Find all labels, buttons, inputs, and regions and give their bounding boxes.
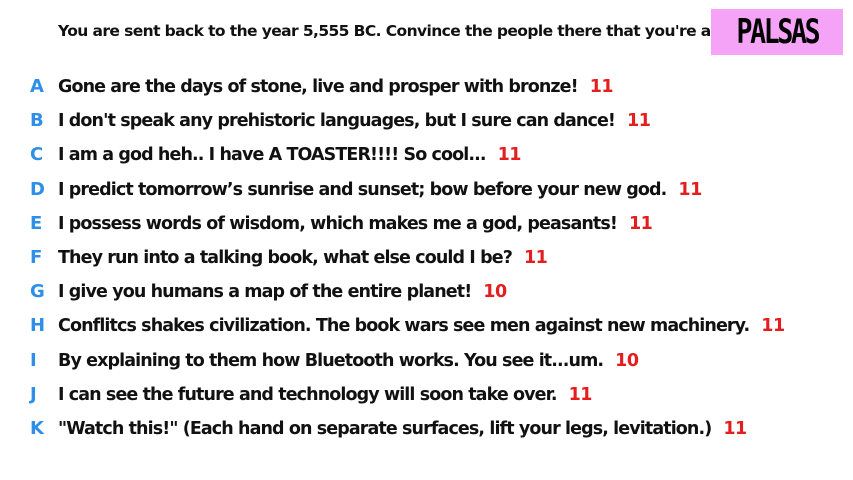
answer-text-row: "Watch this!" (Each hand on separate sur… [58,412,747,446]
answer-text: I give you humans a map of the entire pl… [58,282,472,303]
answer-text: Conflitcs shakes civilization. The book … [58,316,750,337]
answer-score: 11 [723,418,747,439]
answer-letter: C [30,144,44,166]
answer-score: 11 [589,77,614,97]
answer-letter: F [30,246,43,268]
answer-text-row: I don't speak any prehistoric languages,… [58,104,651,138]
answer-text: I predict tomorrow’s sunrise and sunset;… [58,179,667,200]
answer-letter: K [30,417,44,439]
answer-text: By explaining to them how Bluetooth work… [58,350,604,371]
answer-letter: A [30,76,44,97]
answer-text-row: Gone are the days of stone, live and pro… [58,70,614,104]
answer-text: They run into a talking book, what else … [58,247,513,268]
answer-text: "Watch this!" (Each hand on separate sur… [58,418,712,439]
answer-text-row: I give you humans a map of the entire pl… [58,275,507,309]
answer-text: I am a god heh.. I have A TOASTER!!!! So… [58,145,487,166]
answer-item-d: D I predict tomorrow’s sunrise and sunse… [0,173,853,207]
answer-text-row: I am a god heh.. I have A TOASTER!!!! So… [58,138,521,172]
answer-text-row: I can see the future and technology will… [58,378,592,412]
answer-item-h: H Conflitcs shakes civilization. The boo… [0,309,853,343]
answer-item-c: C I am a god heh.. I have A TOASTER!!!! … [0,138,853,172]
logo-text: PALSAS [736,12,820,52]
answer-text-row: By explaining to them how Bluetooth work… [58,344,639,378]
answer-letter: J [30,383,37,405]
answer-item-b: B I don't speak any prehistoric language… [0,104,853,138]
answer-text-row: They run into a talking book, what else … [58,241,548,275]
answer-item-f: F They run into a talking book, what els… [0,241,853,275]
answer-score: 11 [678,179,702,200]
answer-letter: G [30,281,45,303]
answer-text-row: I possess words of wisdom, which makes m… [58,207,653,241]
answer-list: A Gone are the days of stone, live and p… [0,70,853,446]
answer-text: I don't speak any prehistoric languages,… [58,111,616,132]
answer-score: 11 [497,145,522,166]
answer-item-a: A Gone are the days of stone, live and p… [0,70,853,104]
answer-letter: D [30,178,45,200]
answer-letter: B [30,110,44,132]
answer-item-k: K "Watch this!" (Each hand on separate s… [0,412,853,446]
answer-score: 11 [628,213,653,234]
answer-letter: H [30,315,46,337]
answer-score: 11 [523,247,548,268]
answer-score: 11 [761,316,785,337]
answer-text: I possess words of wisdom, which makes m… [58,213,618,234]
answer-letter: E [30,212,43,234]
answer-item-j: J I can see the future and technology wi… [0,378,853,412]
answer-score: 10 [615,350,639,371]
answer-item-i: I By explaining to them how Bluetooth wo… [0,344,853,378]
answer-text-row: I predict tomorrow’s sunrise and sunset;… [58,173,702,207]
answer-item-g: G I give you humans a map of the entire … [0,275,853,309]
answer-text-row: Conflitcs shakes civilization. The book … [58,309,785,343]
answer-item-e: E I possess words of wisdom, which makes… [0,207,853,241]
answer-score: 11 [627,111,651,132]
answer-text: Gone are the days of stone, live and pro… [58,77,579,97]
question-prompt: You are sent back to the year 5,555 BC. … [58,22,752,40]
answer-score: 11 [568,384,593,405]
palsas-logo: PALSAS [711,9,843,55]
answer-score: 10 [483,282,507,303]
answer-letter: I [30,349,37,371]
answer-text: I can see the future and technology will… [58,384,558,405]
